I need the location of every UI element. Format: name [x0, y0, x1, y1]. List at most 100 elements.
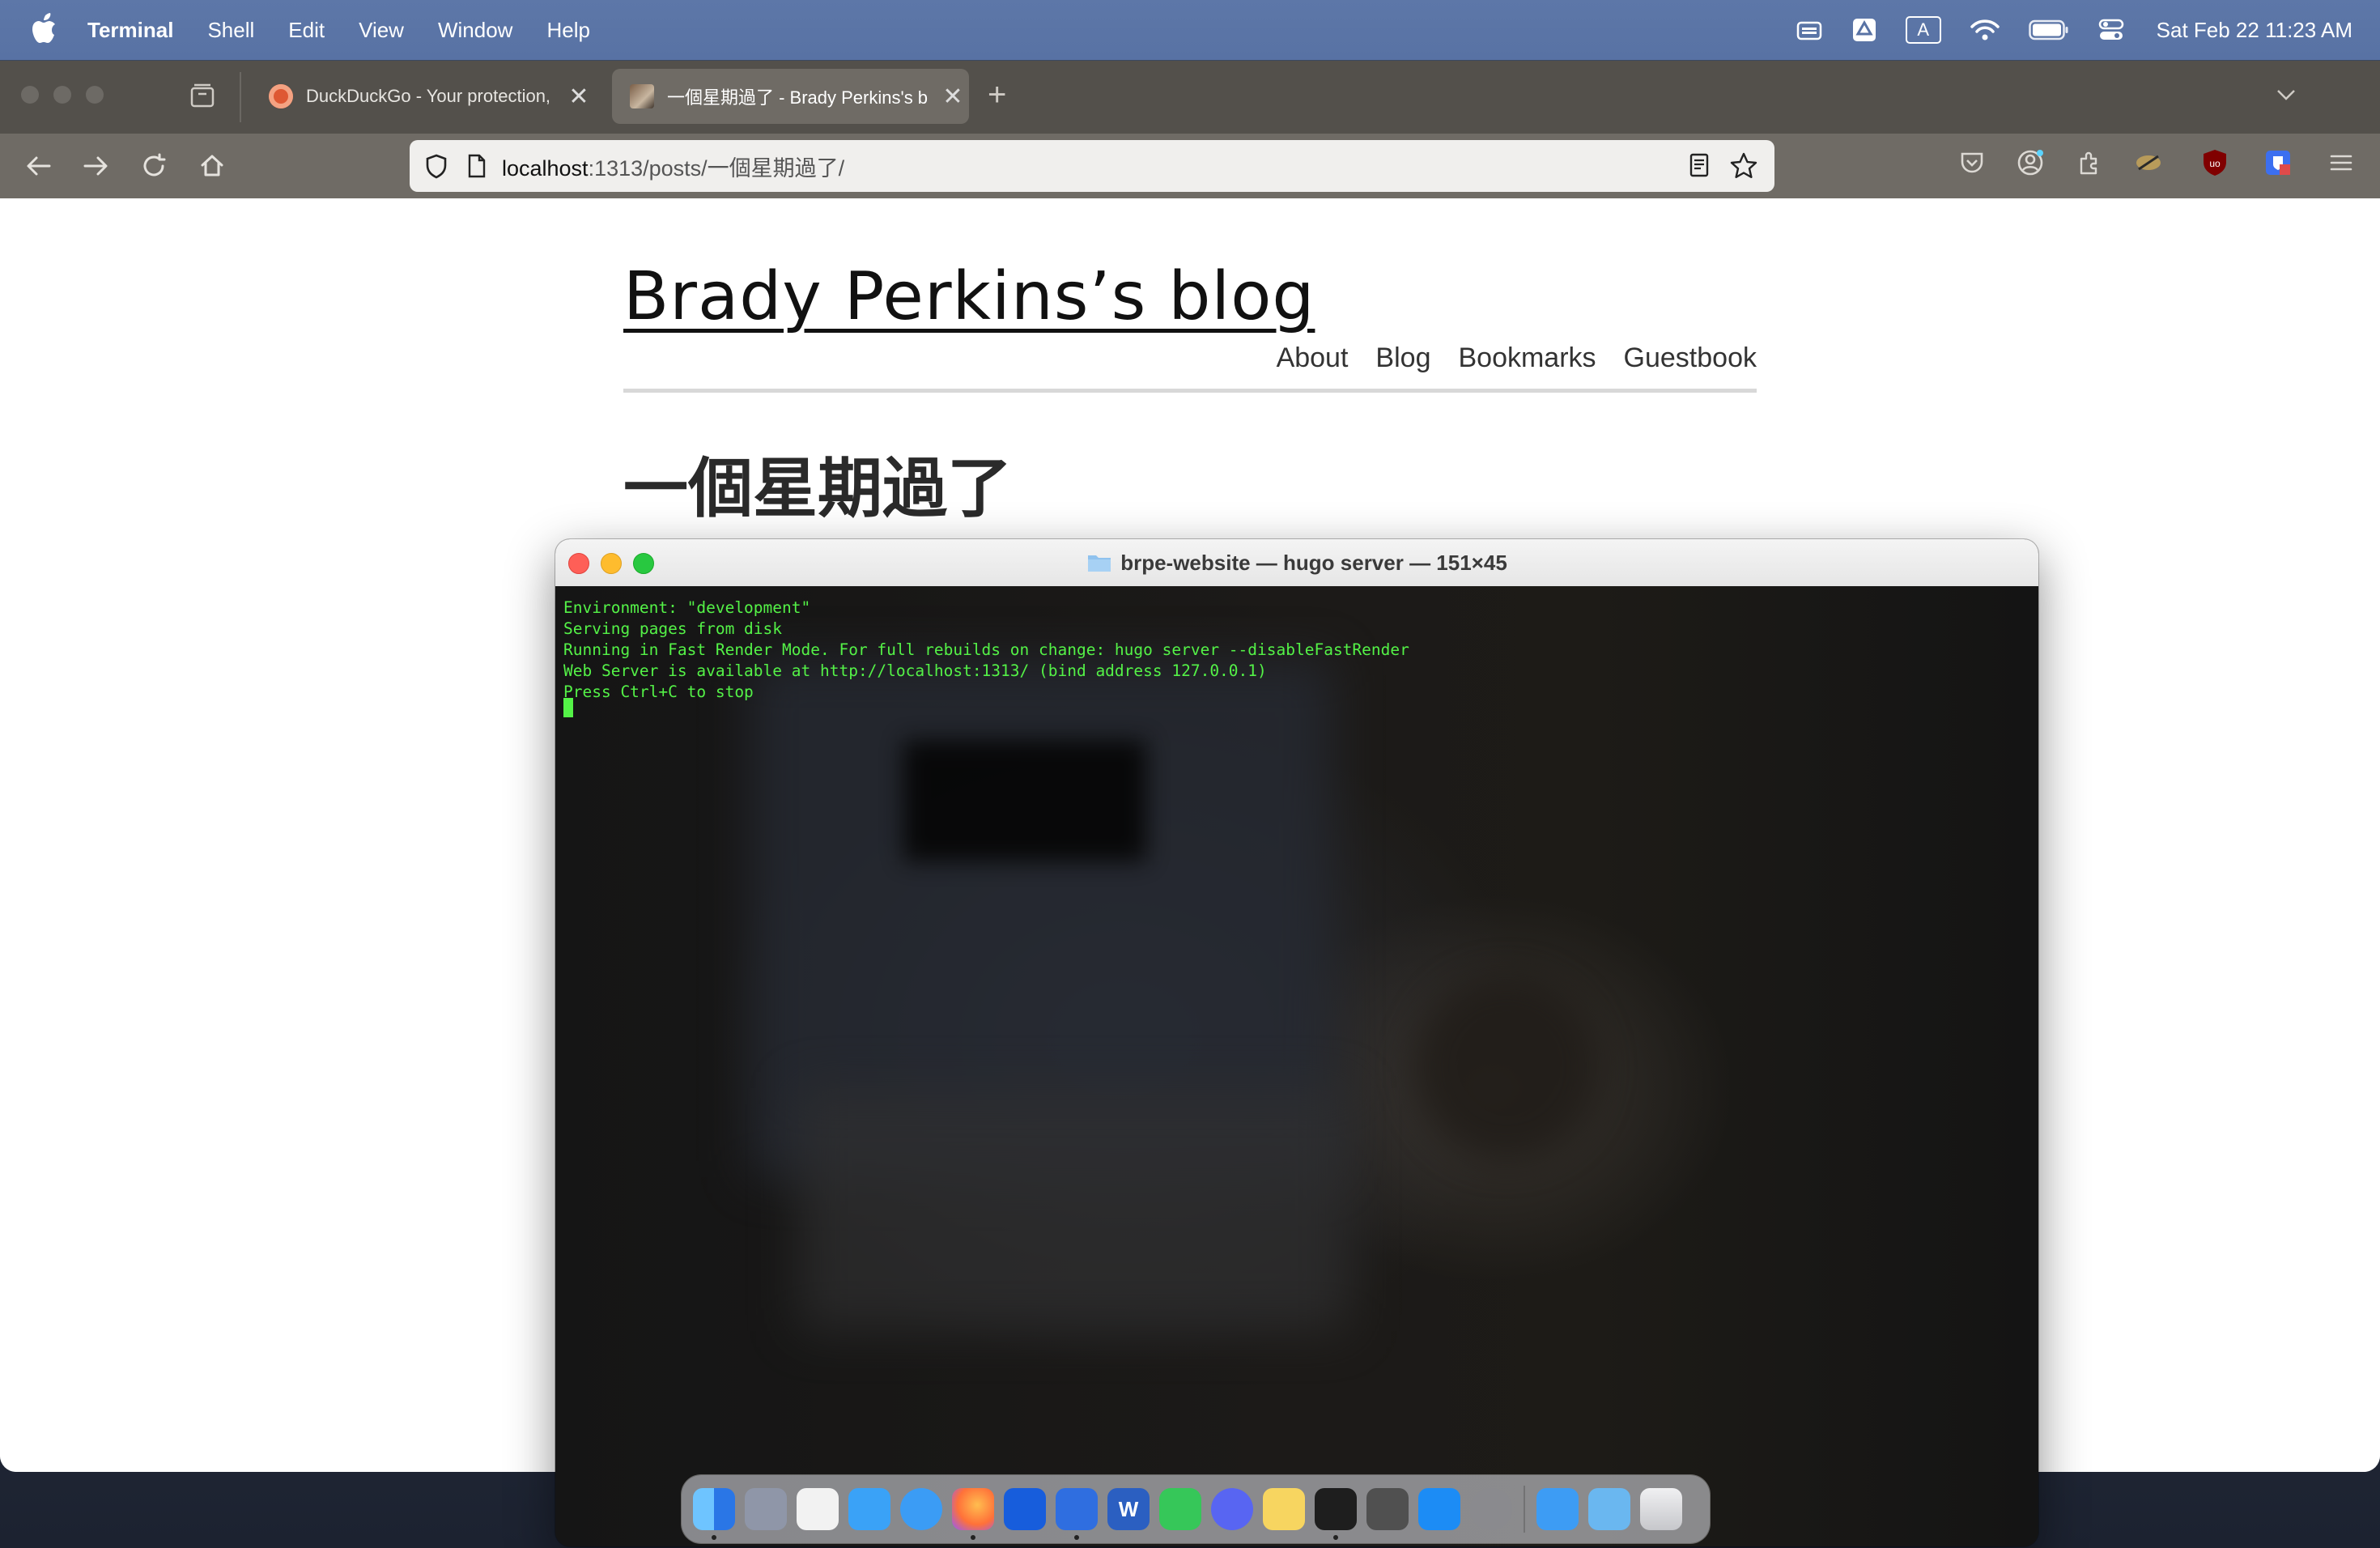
- menu-shell[interactable]: Shell: [207, 18, 254, 43]
- back-button[interactable]: [23, 150, 55, 182]
- word-label: W: [1118, 1496, 1139, 1521]
- ublock-origin-icon[interactable]: uo: [2200, 148, 2229, 177]
- menu-view[interactable]: View: [359, 18, 404, 43]
- wifi-icon[interactable]: [1970, 19, 2000, 41]
- list-all-tabs-icon[interactable]: [2273, 82, 2299, 112]
- firefox-icon[interactable]: [952, 1488, 994, 1540]
- nav-link-bookmarks[interactable]: Bookmarks: [1458, 342, 1596, 374]
- url-path: :1313/posts/一個星期過了/: [588, 155, 845, 181]
- running-indicator: [712, 1535, 716, 1540]
- bitwarden-icon[interactable]: [1004, 1488, 1046, 1530]
- folder-icon: [1088, 555, 1111, 572]
- terminal-window[interactable]: brpe-website — hugo server — 151×45 Envi…: [555, 539, 2038, 1546]
- trash-icon[interactable]: [1640, 1488, 1682, 1530]
- dock: W: [682, 1475, 1710, 1543]
- tab-strip: DuckDuckGo - Your protection, ✕ 一個星期過了 -…: [0, 61, 2380, 134]
- privacy-extension-icon[interactable]: [2134, 148, 2163, 177]
- pocket-icon[interactable]: [1957, 148, 1987, 177]
- menu-help[interactable]: Help: [546, 18, 589, 43]
- menu-window[interactable]: Window: [438, 18, 512, 43]
- terminal-icon[interactable]: [1315, 1488, 1357, 1540]
- menu-bar-clock[interactable]: Sat Feb 22 11:23 AM: [2157, 18, 2352, 43]
- duckduckgo-favicon-icon: [269, 84, 293, 108]
- tab-title: 一個星期過了 - Brady Perkins's b: [667, 87, 929, 108]
- terminal-line: Press Ctrl+C to stop: [563, 683, 754, 701]
- word-icon[interactable]: W: [1107, 1488, 1150, 1530]
- terminal-content[interactable]: Environment: "development" Serving pages…: [555, 586, 2038, 1546]
- terminal-line: Running in Fast Render Mode. For full re…: [563, 640, 1409, 659]
- tab-duckduckgo[interactable]: DuckDuckGo - Your protection, ✕: [251, 69, 595, 124]
- system-settings-icon[interactable]: [1470, 1488, 1512, 1530]
- dock-separator: [1524, 1486, 1525, 1533]
- control-center-icon[interactable]: [2098, 18, 2124, 42]
- firefox-account-icon[interactable]: [2016, 148, 2045, 177]
- tab-close-icon[interactable]: ✕: [563, 83, 595, 111]
- tasks-icon[interactable]: [1056, 1488, 1098, 1540]
- window-minimize-button[interactable]: [53, 86, 71, 104]
- window-zoom-button[interactable]: [86, 86, 104, 104]
- finder-icon[interactable]: [693, 1488, 735, 1540]
- input-source-icon[interactable]: A: [1905, 16, 1941, 44]
- nav-divider: [623, 389, 1757, 393]
- tab-blog-post[interactable]: 一個星期過了 - Brady Perkins's b ✕: [612, 69, 969, 124]
- nav-link-blog[interactable]: Blog: [1375, 342, 1430, 374]
- extensions-puzzle-icon[interactable]: [2074, 148, 2103, 177]
- window-close-button[interactable]: [21, 86, 39, 104]
- reader-view-icon[interactable]: [1685, 151, 1713, 179]
- battery-icon[interactable]: [2028, 19, 2069, 40]
- menu-bar: Terminal Shell Edit View Window Help A S…: [0, 0, 2380, 60]
- app-menu-hamburger-icon[interactable]: [2327, 148, 2356, 177]
- menu-edit[interactable]: Edit: [288, 18, 325, 43]
- running-indicator: [1333, 1535, 1338, 1540]
- url-text: localhost:1313/posts/一個星期過了/: [502, 151, 844, 182]
- app-store-folder-icon[interactable]: [1536, 1488, 1579, 1530]
- terminal-output: Environment: "development" Serving pages…: [563, 598, 1409, 703]
- app-menus: Terminal Shell Edit View Window Help: [87, 0, 624, 60]
- page-info-icon[interactable]: [466, 153, 487, 179]
- blog-favicon-icon: [630, 84, 654, 108]
- status-menus: A Sat Feb 22 11:23 AM: [1766, 0, 2352, 60]
- app-store-icon[interactable]: [1418, 1488, 1460, 1530]
- terminal-line: Serving pages from disk: [563, 619, 783, 638]
- ublock-badge-text: uo: [2209, 158, 2221, 169]
- mail-icon[interactable]: [848, 1488, 890, 1530]
- forward-button[interactable]: [79, 150, 112, 182]
- firefox-view-icon[interactable]: [188, 82, 217, 115]
- menu-app-terminal[interactable]: Terminal: [87, 18, 173, 43]
- safari-icon[interactable]: [900, 1488, 942, 1530]
- terminal-title-text: brpe-website — hugo server — 151×45: [1120, 550, 1507, 575]
- bitwarden-extension-icon[interactable]: [2263, 148, 2293, 177]
- discord-icon[interactable]: [1211, 1488, 1253, 1530]
- running-indicator: [1074, 1535, 1079, 1540]
- background-blur: [1413, 975, 1600, 1161]
- terminal-titlebar[interactable]: brpe-website — hugo server — 151×45: [555, 539, 2038, 587]
- terminal-title: brpe-website — hugo server — 151×45: [555, 539, 2038, 586]
- background-blur: [798, 1088, 1349, 1331]
- nav-link-about[interactable]: About: [1277, 342, 1349, 374]
- calendar-icon[interactable]: [797, 1488, 839, 1530]
- launchpad-icon[interactable]: [745, 1488, 787, 1530]
- site-navigation: About Blog Bookmarks Guestbook: [1249, 342, 1757, 374]
- terminal-cursor: [563, 698, 573, 717]
- background-blur: [903, 740, 1146, 861]
- nav-link-guestbook[interactable]: Guestbook: [1624, 342, 1757, 374]
- messages-icon[interactable]: [1159, 1488, 1201, 1530]
- tracking-protection-shield-icon[interactable]: [423, 152, 450, 180]
- tab-close-icon[interactable]: ✕: [937, 83, 969, 111]
- address-bar[interactable]: localhost:1313/posts/一個星期過了/: [410, 140, 1774, 192]
- terminal-line: Environment: "development": [563, 598, 811, 617]
- new-tab-button[interactable]: +: [988, 77, 1006, 113]
- site-title-link[interactable]: Brady Perkins’s blog: [623, 258, 1315, 335]
- google-drive-icon[interactable]: [1852, 18, 1876, 42]
- bookmark-star-icon[interactable]: [1729, 151, 1758, 181]
- apple-menu-icon[interactable]: [31, 11, 60, 47]
- input-source-label: A: [1905, 16, 1941, 44]
- notes-icon[interactable]: [1263, 1488, 1305, 1530]
- reload-button[interactable]: [138, 150, 170, 182]
- post-title: 一個星期過了: [623, 451, 1012, 526]
- home-button[interactable]: [196, 150, 228, 182]
- keyboard-brightness-icon[interactable]: [1796, 18, 1823, 42]
- downloads-folder-icon[interactable]: [1588, 1488, 1630, 1530]
- tab-title: DuckDuckGo - Your protection,: [306, 86, 551, 106]
- calculator-icon[interactable]: [1366, 1488, 1409, 1530]
